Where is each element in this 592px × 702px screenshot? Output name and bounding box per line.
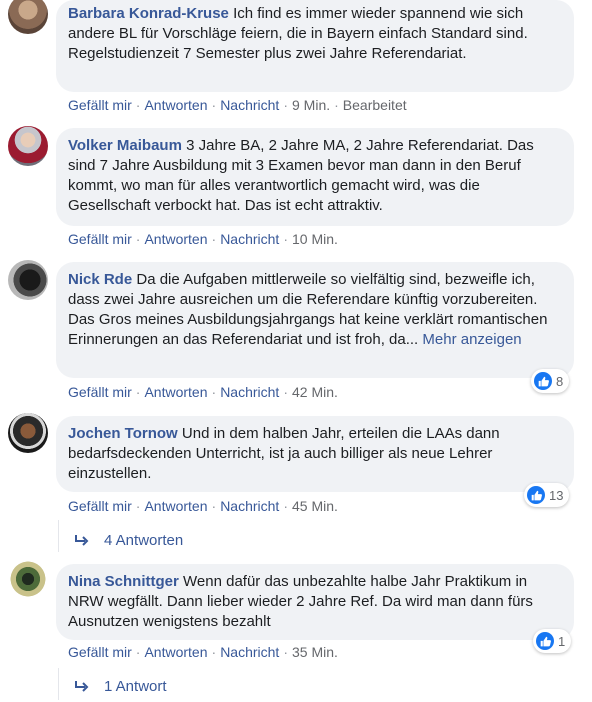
reaction-count[interactable]: 8 bbox=[531, 369, 570, 393]
reaction-number: 13 bbox=[549, 487, 564, 503]
separator: · bbox=[211, 384, 217, 400]
avatar[interactable] bbox=[8, 260, 48, 300]
comment-actions: Gefällt mir · Antworten · Nachricht · 42 Min. bbox=[68, 383, 338, 401]
reply-link[interactable]: Antworten bbox=[144, 384, 207, 400]
reaction-count[interactable]: 1 bbox=[533, 629, 572, 653]
separator: · bbox=[211, 97, 217, 113]
reaction-number: 1 bbox=[558, 633, 566, 649]
message-link[interactable]: Nachricht bbox=[220, 384, 279, 400]
comment-author[interactable]: Barbara Konrad-Kruse bbox=[68, 5, 229, 22]
edited-label[interactable]: Bearbeitet bbox=[343, 97, 407, 113]
like-link[interactable]: Gefällt mir bbox=[68, 498, 132, 514]
reaction-count[interactable]: 13 bbox=[524, 483, 570, 507]
reaction-number: 8 bbox=[556, 373, 564, 389]
avatar[interactable] bbox=[8, 561, 48, 601]
timestamp[interactable]: 9 Min. bbox=[292, 97, 330, 113]
separator: · bbox=[283, 498, 288, 514]
separator: · bbox=[283, 97, 288, 113]
separator: · bbox=[334, 97, 339, 113]
thread-line bbox=[58, 668, 59, 700]
separator: · bbox=[211, 498, 217, 514]
like-link[interactable]: Gefällt mir bbox=[68, 644, 132, 660]
reply-arrow-icon bbox=[74, 680, 90, 694]
separator: · bbox=[283, 644, 288, 660]
comment-text-line2: Regelstudienzeit 7 Semester plus zwei Ja… bbox=[68, 45, 467, 62]
separator: · bbox=[135, 231, 141, 247]
comment-bubble: Barbara Konrad-Kruse Ich find es immer w… bbox=[56, 0, 574, 92]
like-link[interactable]: Gefällt mir bbox=[68, 384, 132, 400]
message-link[interactable]: Nachricht bbox=[220, 97, 279, 113]
comment-author[interactable]: Nina Schnittger bbox=[68, 573, 179, 590]
like-link[interactable]: Gefällt mir bbox=[68, 231, 132, 247]
comment-bubble: Nick Rde Da die Aufgaben mittlerweile so… bbox=[56, 262, 574, 378]
comment-actions: Gefällt mir · Antworten · Nachricht · 45 Min. bbox=[68, 497, 338, 515]
separator: · bbox=[283, 384, 288, 400]
view-replies-link[interactable]: 1 Antwort bbox=[74, 678, 167, 695]
timestamp[interactable]: 10 Min. bbox=[292, 231, 338, 247]
avatar[interactable] bbox=[8, 413, 48, 453]
reply-link[interactable]: Antworten bbox=[144, 498, 207, 514]
timestamp[interactable]: 35 Min. bbox=[292, 644, 338, 660]
reply-arrow-icon bbox=[74, 534, 90, 548]
separator: · bbox=[283, 231, 288, 247]
separator: · bbox=[135, 97, 141, 113]
message-link[interactable]: Nachricht bbox=[220, 498, 279, 514]
separator: · bbox=[211, 644, 217, 660]
timestamp[interactable]: 45 Min. bbox=[292, 498, 338, 514]
like-reaction-icon bbox=[536, 632, 554, 650]
view-replies-link[interactable]: 4 Antworten bbox=[74, 532, 183, 549]
reply-link[interactable]: Antworten bbox=[144, 231, 207, 247]
like-reaction-icon bbox=[527, 486, 545, 504]
reply-link[interactable]: Antworten bbox=[144, 644, 207, 660]
comment-author[interactable]: Jochen Tornow bbox=[68, 425, 178, 442]
avatar[interactable] bbox=[8, 126, 48, 166]
replies-count: 4 Antworten bbox=[104, 532, 184, 549]
comment-bubble: Volker Maibaum 3 Jahre BA, 2 Jahre MA, 2… bbox=[56, 128, 574, 226]
like-reaction-icon bbox=[534, 372, 552, 390]
separator: · bbox=[135, 498, 141, 514]
separator: · bbox=[211, 231, 217, 247]
replies-count: 1 Antwort bbox=[104, 678, 167, 695]
like-link[interactable]: Gefällt mir bbox=[68, 97, 132, 113]
comment-actions: Gefällt mir · Antworten · Nachricht · 9 Min. · B… bbox=[68, 96, 407, 114]
comment-bubble: Nina Schnittger Wenn dafür das unbezahlt… bbox=[56, 564, 574, 640]
timestamp[interactable]: 42 Min. bbox=[292, 384, 338, 400]
message-link[interactable]: Nachricht bbox=[220, 644, 279, 660]
comment-author[interactable]: Nick Rde bbox=[68, 271, 132, 288]
separator: · bbox=[135, 644, 141, 660]
comment-bubble: Jochen Tornow Und in dem halben Jahr, er… bbox=[56, 416, 574, 492]
comment-actions: Gefällt mir · Antworten · Nachricht · 10 Min. bbox=[68, 230, 338, 248]
message-link[interactable]: Nachricht bbox=[220, 231, 279, 247]
reply-link[interactable]: Antworten bbox=[144, 97, 207, 113]
thread-line bbox=[58, 520, 59, 552]
show-more-link[interactable]: Mehr anzeigen bbox=[422, 331, 521, 348]
comment-author[interactable]: Volker Maibaum bbox=[68, 137, 182, 154]
comment-actions: Gefällt mir · Antworten · Nachricht · 35 Min. bbox=[68, 643, 338, 661]
avatar[interactable] bbox=[8, 0, 48, 34]
separator: · bbox=[135, 384, 141, 400]
